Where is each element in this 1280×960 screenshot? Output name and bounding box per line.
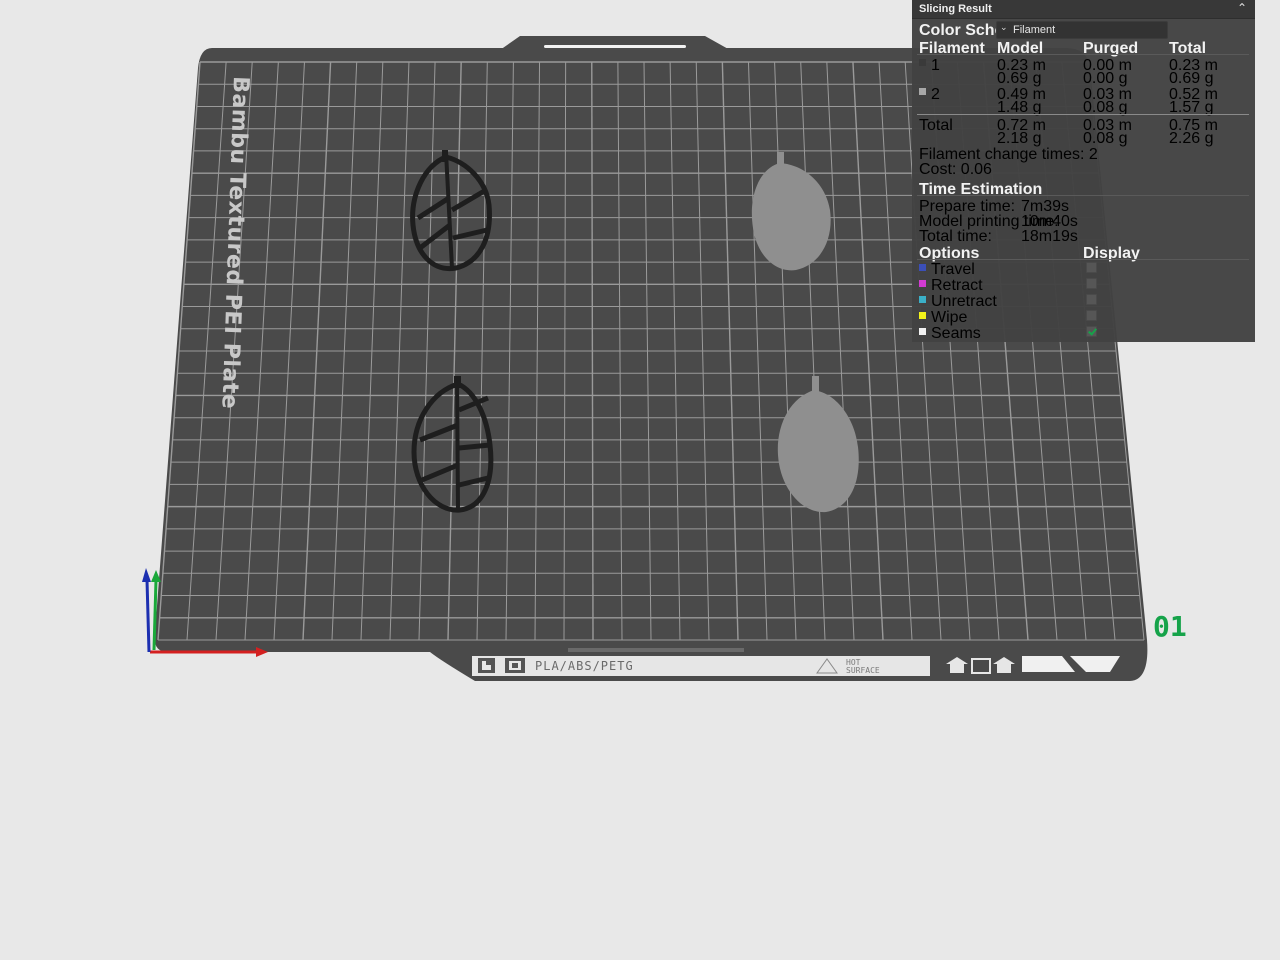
option-unretract-checkbox[interactable] [1086,294,1097,305]
option-seams-label: Seams [931,325,981,342]
plate-top-tab-highlight [544,45,686,48]
plate-bottom-lip [568,648,744,652]
total-label: Total [919,117,953,134]
display-heading: Display [1083,245,1140,262]
unretract-color-swatch [919,296,926,303]
cost: Cost: 0.06 [919,161,992,178]
header-divider [917,54,1249,55]
slicing-result-header[interactable]: Slicing Result ⌃ [912,0,1255,19]
bambu-logo-icon [478,658,495,673]
slicing-result-title: Slicing Result [919,3,992,15]
col-header-model: Model [997,40,1044,57]
hot-surface-line2: SURFACE [846,666,880,675]
travel-color-swatch [919,264,926,271]
color-scheme-value: Filament [1013,24,1056,36]
col-header-purged: Purged [1083,40,1139,57]
time-estimation-heading: Time Estimation [919,181,1043,198]
option-wipe-checkbox[interactable] [1086,310,1097,321]
col-header-filament: Filament [919,40,985,57]
filament-2-swatch [919,88,926,95]
seams-color-swatch [919,328,926,335]
retract-color-swatch [919,280,926,287]
options-divider [917,259,1249,260]
filament-1-swatch [919,59,926,66]
total-divider [917,114,1249,115]
plate-material-label: PLA/ABS/PETG [535,659,634,673]
plate-number[interactable]: 01 [1153,610,1187,643]
plate-type-icon [505,658,525,673]
collapse-up-icon[interactable]: ⌃ [1237,1,1247,15]
option-travel-checkbox[interactable] [1086,262,1097,273]
total-total-weight: 2.26 g [1169,130,1214,147]
color-scheme-select[interactable]: ⌄ Filament [996,21,1168,39]
filament-2-id: 2 [931,86,940,103]
option-retract-checkbox[interactable] [1086,278,1097,289]
total-time-label: Total time: [919,228,992,245]
total-time-value: 18m19s [1021,228,1078,245]
filament-1-id: 1 [931,57,940,74]
option-seams-checkbox[interactable] [1086,326,1097,337]
time-divider [917,195,1249,196]
chevron-down-icon: ⌄ [1000,22,1008,32]
col-header-total: Total [1169,40,1207,57]
wipe-color-swatch [919,312,926,319]
